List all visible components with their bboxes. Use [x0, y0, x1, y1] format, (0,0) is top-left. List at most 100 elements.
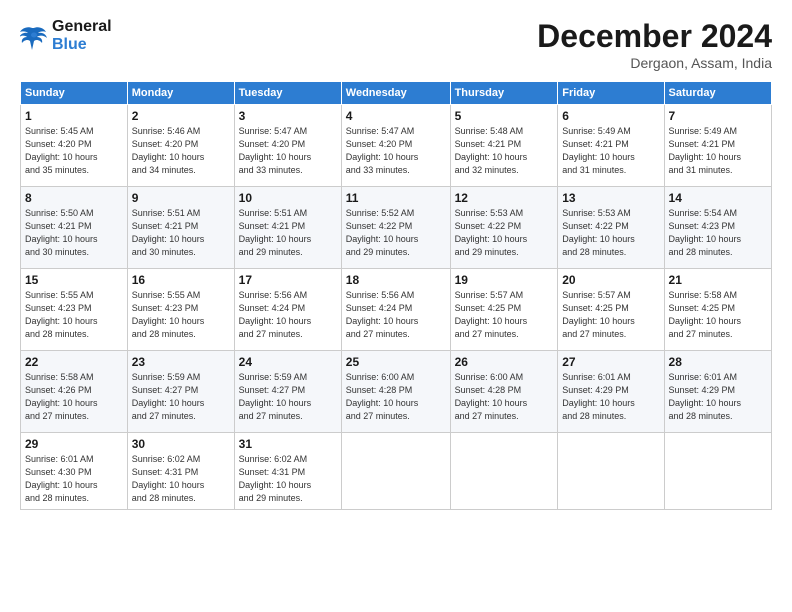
day-info: Sunrise: 5:50 AM Sunset: 4:21 PM Dayligh… — [25, 207, 123, 259]
calendar-table: SundayMondayTuesdayWednesdayThursdayFrid… — [20, 81, 772, 510]
day-info: Sunrise: 6:00 AM Sunset: 4:28 PM Dayligh… — [346, 371, 446, 423]
calendar-day-cell: 22Sunrise: 5:58 AM Sunset: 4:26 PM Dayli… — [21, 351, 128, 433]
day-number: 12 — [455, 191, 554, 205]
day-info: Sunrise: 5:49 AM Sunset: 4:21 PM Dayligh… — [562, 125, 659, 177]
calendar-day-cell: 17Sunrise: 5:56 AM Sunset: 4:24 PM Dayli… — [234, 269, 341, 351]
location: Dergaon, Assam, India — [537, 55, 772, 71]
day-number: 1 — [25, 109, 123, 123]
calendar-day-cell: 13Sunrise: 5:53 AM Sunset: 4:22 PM Dayli… — [558, 187, 664, 269]
day-number: 20 — [562, 273, 659, 287]
day-info: Sunrise: 5:49 AM Sunset: 4:21 PM Dayligh… — [669, 125, 767, 177]
day-info: Sunrise: 5:47 AM Sunset: 4:20 PM Dayligh… — [239, 125, 337, 177]
day-number: 16 — [132, 273, 230, 287]
day-info: Sunrise: 6:02 AM Sunset: 4:31 PM Dayligh… — [239, 453, 337, 505]
weekday-header-cell: Sunday — [21, 82, 128, 105]
calendar-day-cell — [664, 433, 771, 510]
day-info: Sunrise: 5:47 AM Sunset: 4:20 PM Dayligh… — [346, 125, 446, 177]
calendar-day-cell: 20 Sunrise: 5:57 AM Sunset: 4:25 PM Dayli… — [558, 269, 664, 351]
calendar-day-cell: 21 Sunrise: 5:58 AM Sunset: 4:25 PM Dayli… — [664, 269, 771, 351]
calendar-day-cell: 18 Sunrise: 5:56 AM Sunset: 4:24 PM Dayli… — [341, 269, 450, 351]
day-info: Sunrise: 5:52 AM Sunset: 4:22 PM Dayligh… — [346, 207, 446, 259]
calendar-day-cell: 4 Sunrise: 5:47 AM Sunset: 4:20 PM Daylig… — [341, 105, 450, 187]
day-info: Sunrise: 6:01 AM Sunset: 4:29 PM Dayligh… — [562, 371, 659, 423]
weekday-header-cell: Tuesday — [234, 82, 341, 105]
calendar-week-row: 22Sunrise: 5:58 AM Sunset: 4:26 PM Dayli… — [21, 351, 772, 433]
weekday-header-cell: Friday — [558, 82, 664, 105]
calendar-week-row: 29 Sunrise: 6:01 AM Sunset: 4:30 PM Dayli… — [21, 433, 772, 510]
calendar-week-row: 15 Sunrise: 5:55 AM Sunset: 4:23 PM Dayli… — [21, 269, 772, 351]
day-number: 24 — [239, 355, 337, 369]
day-info: Sunrise: 6:02 AM Sunset: 4:31 PM Dayligh… — [132, 453, 230, 505]
calendar-week-row: 8 Sunrise: 5:50 AM Sunset: 4:21 PM Daylig… — [21, 187, 772, 269]
day-info: Sunrise: 5:55 AM Sunset: 4:23 PM Dayligh… — [132, 289, 230, 341]
day-number: 28 — [669, 355, 767, 369]
day-info: Sunrise: 5:56 AM Sunset: 4:24 PM Dayligh… — [239, 289, 337, 341]
day-number: 23 — [132, 355, 230, 369]
calendar-body: 1 Sunrise: 5:45 AM Sunset: 4:20 PM Daylig… — [21, 105, 772, 510]
calendar-day-cell: 27 Sunrise: 6:01 AM Sunset: 4:29 PM Dayli… — [558, 351, 664, 433]
day-number: 18 — [346, 273, 446, 287]
day-info: Sunrise: 5:59 AM Sunset: 4:27 PM Dayligh… — [239, 371, 337, 423]
calendar-day-cell: 11 Sunrise: 5:52 AM Sunset: 4:22 PM Dayli… — [341, 187, 450, 269]
day-number: 3 — [239, 109, 337, 123]
header: General Blue December 2024 Dergaon, Assa… — [20, 18, 772, 71]
day-number: 26 — [455, 355, 554, 369]
day-number: 10 — [239, 191, 337, 205]
weekday-header-row: SundayMondayTuesdayWednesdayThursdayFrid… — [21, 82, 772, 105]
weekday-header-cell: Thursday — [450, 82, 558, 105]
day-info: Sunrise: 5:57 AM Sunset: 4:25 PM Dayligh… — [562, 289, 659, 341]
day-info: Sunrise: 5:55 AM Sunset: 4:23 PM Dayligh… — [25, 289, 123, 341]
day-number: 4 — [346, 109, 446, 123]
calendar-day-cell: 12 Sunrise: 5:53 AM Sunset: 4:22 PM Dayli… — [450, 187, 558, 269]
day-number: 8 — [25, 191, 123, 205]
calendar-day-cell: 28 Sunrise: 6:01 AM Sunset: 4:29 PM Dayli… — [664, 351, 771, 433]
day-number: 11 — [346, 191, 446, 205]
day-number: 2 — [132, 109, 230, 123]
calendar-day-cell: 6 Sunrise: 5:49 AM Sunset: 4:21 PM Daylig… — [558, 105, 664, 187]
day-info: Sunrise: 5:51 AM Sunset: 4:21 PM Dayligh… — [132, 207, 230, 259]
logo-text: General Blue — [52, 18, 112, 53]
day-number: 6 — [562, 109, 659, 123]
day-number: 29 — [25, 437, 123, 451]
calendar-day-cell: 31 Sunrise: 6:02 AM Sunset: 4:31 PM Dayli… — [234, 433, 341, 510]
calendar-day-cell: 10 Sunrise: 5:51 AM Sunset: 4:21 PM Dayli… — [234, 187, 341, 269]
calendar-day-cell: 24 Sunrise: 5:59 AM Sunset: 4:27 PM Dayli… — [234, 351, 341, 433]
day-number: 9 — [132, 191, 230, 205]
day-number: 5 — [455, 109, 554, 123]
day-info: Sunrise: 5:54 AM Sunset: 4:23 PM Dayligh… — [669, 207, 767, 259]
day-info: Sunrise: 5:57 AM Sunset: 4:25 PM Dayligh… — [455, 289, 554, 341]
calendar-day-cell: 8 Sunrise: 5:50 AM Sunset: 4:21 PM Daylig… — [21, 187, 128, 269]
day-info: Sunrise: 5:48 AM Sunset: 4:21 PM Dayligh… — [455, 125, 554, 177]
day-number: 31 — [239, 437, 337, 451]
calendar-day-cell: 16 Sunrise: 5:55 AM Sunset: 4:23 PM Dayli… — [127, 269, 234, 351]
calendar-day-cell: 3 Sunrise: 5:47 AM Sunset: 4:20 PM Daylig… — [234, 105, 341, 187]
logo-icon — [20, 22, 48, 50]
calendar-day-cell: 26Sunrise: 6:00 AM Sunset: 4:28 PM Dayli… — [450, 351, 558, 433]
calendar-day-cell: 7 Sunrise: 5:49 AM Sunset: 4:21 PM Daylig… — [664, 105, 771, 187]
day-info: Sunrise: 5:46 AM Sunset: 4:20 PM Dayligh… — [132, 125, 230, 177]
day-info: Sunrise: 6:01 AM Sunset: 4:30 PM Dayligh… — [25, 453, 123, 505]
calendar-day-cell: 25Sunrise: 6:00 AM Sunset: 4:28 PM Dayli… — [341, 351, 450, 433]
day-info: Sunrise: 6:01 AM Sunset: 4:29 PM Dayligh… — [669, 371, 767, 423]
calendar-day-cell: 2 Sunrise: 5:46 AM Sunset: 4:20 PM Daylig… — [127, 105, 234, 187]
day-info: Sunrise: 5:53 AM Sunset: 4:22 PM Dayligh… — [562, 207, 659, 259]
day-info: Sunrise: 5:56 AM Sunset: 4:24 PM Dayligh… — [346, 289, 446, 341]
title-block: December 2024 Dergaon, Assam, India — [537, 18, 772, 71]
day-number: 14 — [669, 191, 767, 205]
day-info: Sunrise: 5:53 AM Sunset: 4:22 PM Dayligh… — [455, 207, 554, 259]
month-title: December 2024 — [537, 18, 772, 55]
weekday-header-cell: Wednesday — [341, 82, 450, 105]
day-number: 27 — [562, 355, 659, 369]
calendar-day-cell — [341, 433, 450, 510]
day-info: Sunrise: 5:58 AM Sunset: 4:25 PM Dayligh… — [669, 289, 767, 341]
calendar-day-cell — [558, 433, 664, 510]
day-number: 15 — [25, 273, 123, 287]
weekday-header-cell: Saturday — [664, 82, 771, 105]
day-number: 30 — [132, 437, 230, 451]
day-info: Sunrise: 5:58 AM Sunset: 4:26 PM Dayligh… — [25, 371, 123, 423]
day-info: Sunrise: 5:51 AM Sunset: 4:21 PM Dayligh… — [239, 207, 337, 259]
calendar-day-cell: 9 Sunrise: 5:51 AM Sunset: 4:21 PM Daylig… — [127, 187, 234, 269]
day-number: 7 — [669, 109, 767, 123]
day-info: Sunrise: 5:45 AM Sunset: 4:20 PM Dayligh… — [25, 125, 123, 177]
day-number: 21 — [669, 273, 767, 287]
